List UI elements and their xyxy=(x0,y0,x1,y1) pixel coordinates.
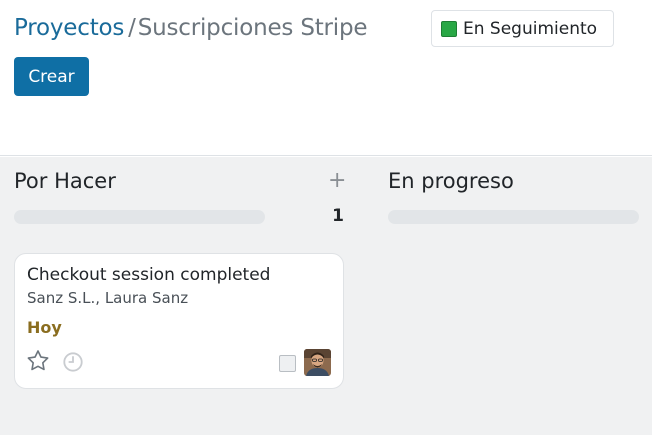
kanban-column-en-progreso: En progreso xyxy=(388,157,639,435)
column-title[interactable]: Por Hacer xyxy=(14,169,116,193)
control-panel: Proyectos/Suscripciones Stripe En Seguim… xyxy=(0,0,652,156)
column-title[interactable]: En progreso xyxy=(388,169,514,193)
breadcrumb-current: Suscripciones Stripe xyxy=(137,15,368,41)
kanban-column-por-hacer: Por Hacer + 1 Checkout session completed… xyxy=(14,157,346,435)
avatar[interactable] xyxy=(304,349,331,376)
breadcrumb: Proyectos/Suscripciones Stripe xyxy=(14,12,368,44)
kanban-board: Por Hacer + 1 Checkout session completed… xyxy=(0,157,652,435)
create-button[interactable]: Crear xyxy=(14,57,89,96)
clock-icon[interactable] xyxy=(62,351,84,373)
card-deadline: Hoy xyxy=(27,318,62,337)
project-status-button[interactable]: En Seguimiento xyxy=(431,10,614,47)
status-label: En Seguimiento xyxy=(463,18,598,39)
breadcrumb-projects-link[interactable]: Proyectos xyxy=(14,15,124,41)
breadcrumb-separator: / xyxy=(128,15,136,41)
column-count: 1 xyxy=(332,206,344,226)
checkbox-icon[interactable] xyxy=(279,355,296,372)
card-title: Checkout session completed xyxy=(27,265,271,285)
kanban-card[interactable]: Checkout session completed Sanz S.L., La… xyxy=(14,253,344,389)
column-progress-bar[interactable] xyxy=(388,210,639,224)
add-task-icon[interactable]: + xyxy=(328,169,346,193)
status-color-icon xyxy=(441,20,457,37)
column-progress-bar[interactable] xyxy=(14,210,265,224)
star-icon[interactable] xyxy=(25,348,51,374)
card-customer: Sanz S.L., Laura Sanz xyxy=(27,289,189,307)
